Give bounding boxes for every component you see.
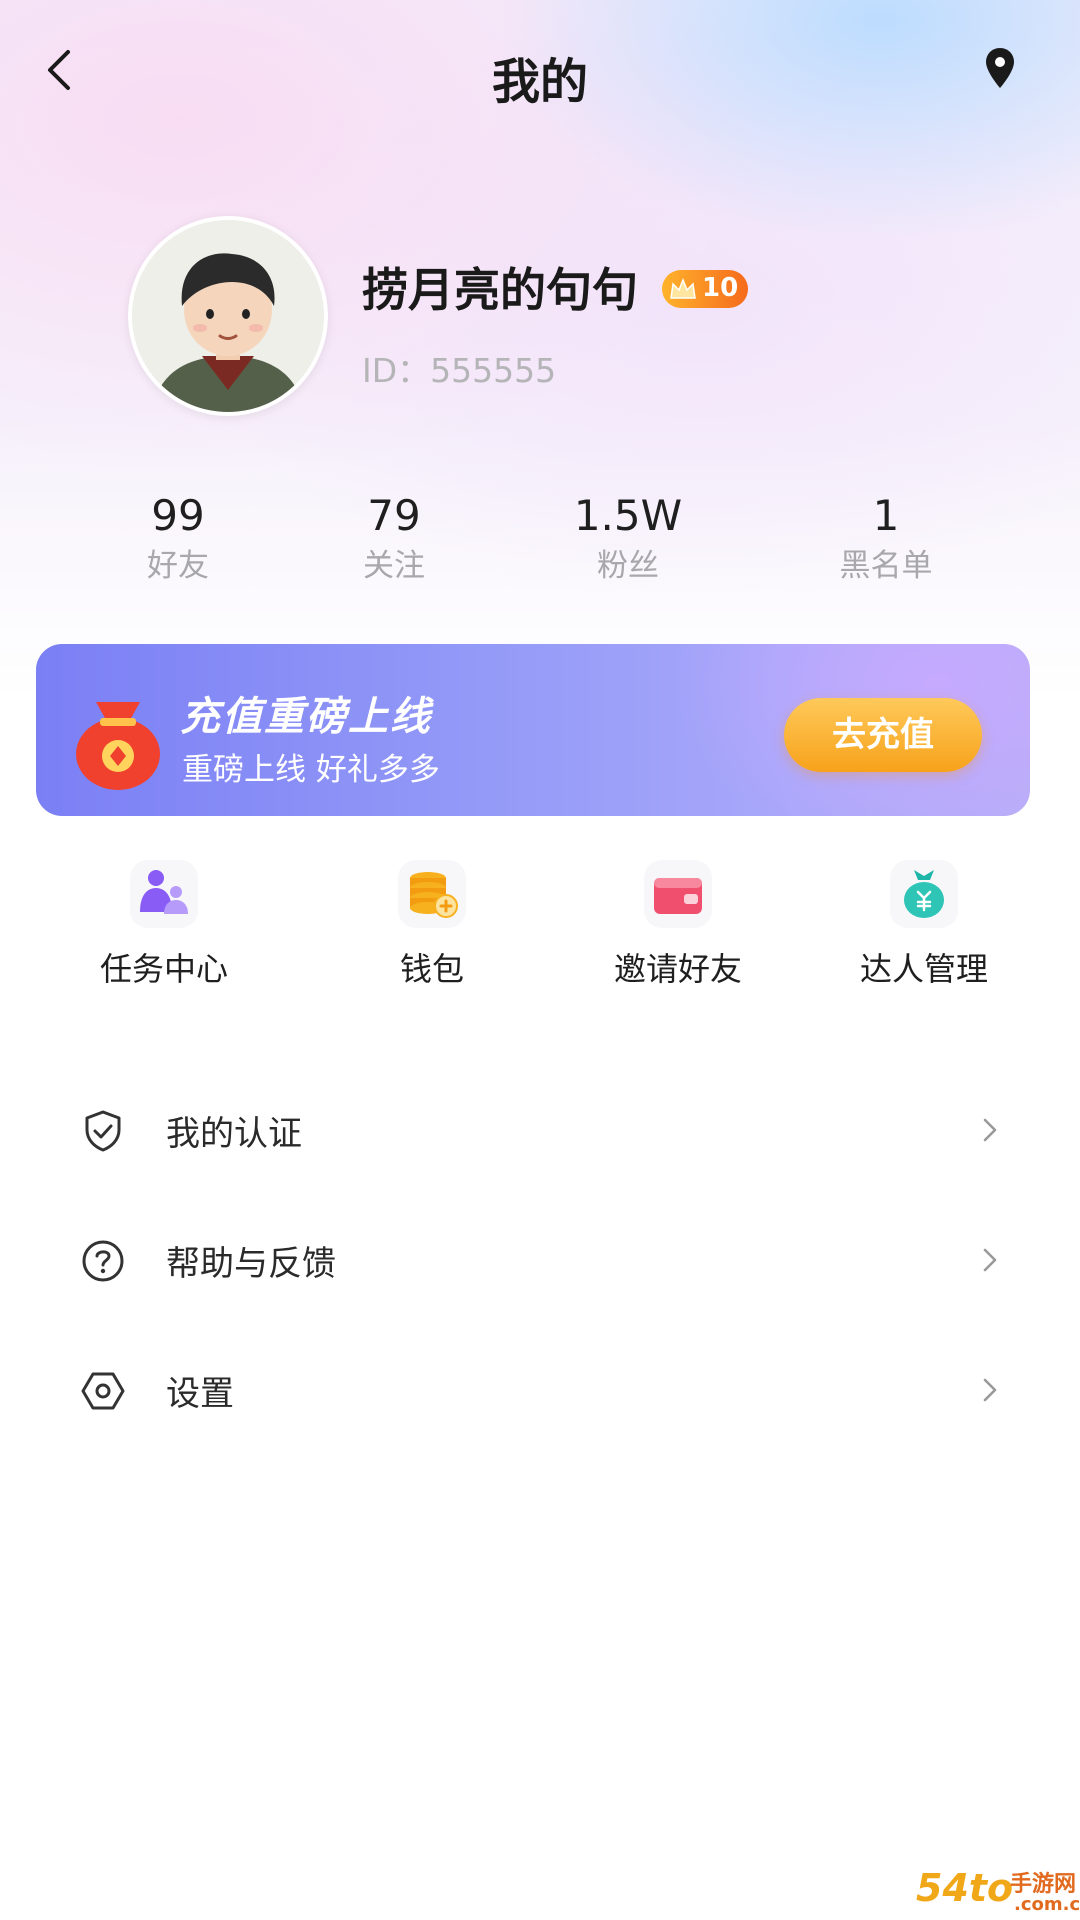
chevron-right-icon: [983, 1118, 997, 1142]
quick-action-icon-wrap: [890, 860, 958, 928]
quick-action-icon-wrap: [644, 860, 712, 928]
level-number: 10: [702, 273, 739, 303]
invite-wallet-icon: [654, 878, 702, 914]
stat-label: 好友: [147, 548, 209, 584]
menu-item-help-feedback[interactable]: 帮助与反馈: [80, 1210, 1000, 1310]
stat-blacklist[interactable]: 1 黑名单: [776, 490, 996, 588]
quick-action-icon-wrap: [398, 860, 466, 928]
quick-action-label: 任务中心: [99, 950, 228, 988]
wallet-coins-icon: [410, 872, 458, 918]
location-pin-icon: [986, 48, 1014, 88]
red-envelope-bag-icon: [76, 702, 160, 790]
stat-value: 79: [367, 491, 421, 540]
watermark-domain: .com.cn: [1014, 1894, 1080, 1915]
shield-check-icon: [85, 1110, 121, 1152]
location-button[interactable]: [976, 44, 1024, 92]
stat-label: 粉丝: [597, 548, 659, 584]
menu-item-my-certification[interactable]: 我的认证: [80, 1080, 1000, 1180]
chevron-right-icon: [983, 1378, 997, 1402]
task-center-icon: [140, 870, 188, 914]
menu-item-settings[interactable]: 设置: [80, 1340, 1000, 1440]
help-circle-icon: [82, 1240, 124, 1282]
stat-value: 1.5W: [573, 491, 683, 540]
quick-action-talent-management[interactable]: 达人管理: [824, 860, 1024, 990]
avatar-illustration: [132, 220, 324, 412]
quick-action-label: 达人管理: [859, 950, 988, 988]
quick-action-invite-friends[interactable]: 邀请好友: [578, 860, 778, 990]
stat-value: 1: [872, 491, 900, 540]
stat-friends[interactable]: 99 好友: [68, 490, 288, 588]
crown-icon: [670, 277, 696, 299]
quick-action-label: 钱包: [399, 950, 464, 988]
menu-item-label: 设置: [166, 1374, 234, 1414]
settings-hexagon-icon: [81, 1372, 125, 1410]
stat-label: 关注: [363, 548, 425, 584]
stat-label: 黑名单: [839, 548, 933, 584]
quick-action-task-center[interactable]: 任务中心: [64, 860, 264, 990]
recharge-banner[interactable]: 充值重磅上线 重磅上线 好礼多多 去充值: [36, 644, 1030, 816]
quick-action-icon-wrap: [130, 860, 198, 928]
banner-title: 充值重磅上线: [180, 694, 432, 740]
chevron-right-icon: [983, 1248, 997, 1272]
menu-item-label: 我的认证: [166, 1114, 302, 1154]
page-title: 我的: [491, 54, 588, 110]
avatar[interactable]: [128, 216, 328, 416]
recharge-button[interactable]: 去充值: [784, 698, 982, 772]
watermark-logo: 54to: [916, 1866, 1014, 1910]
money-bag-icon: [904, 870, 944, 918]
menu-item-label: 帮助与反馈: [166, 1244, 336, 1284]
level-badge: 10: [662, 270, 748, 308]
user-id: ID：555555: [362, 351, 557, 390]
quick-action-label: 邀请好友: [613, 950, 742, 988]
stat-following[interactable]: 79 关注: [284, 490, 504, 588]
stat-fans[interactable]: 1.5W 粉丝: [518, 490, 738, 588]
quick-action-wallet[interactable]: 钱包: [332, 860, 532, 990]
username: 捞月亮的句句: [362, 263, 638, 317]
banner-subtitle: 重磅上线 好礼多多: [182, 752, 440, 788]
stat-value: 99: [151, 491, 205, 540]
